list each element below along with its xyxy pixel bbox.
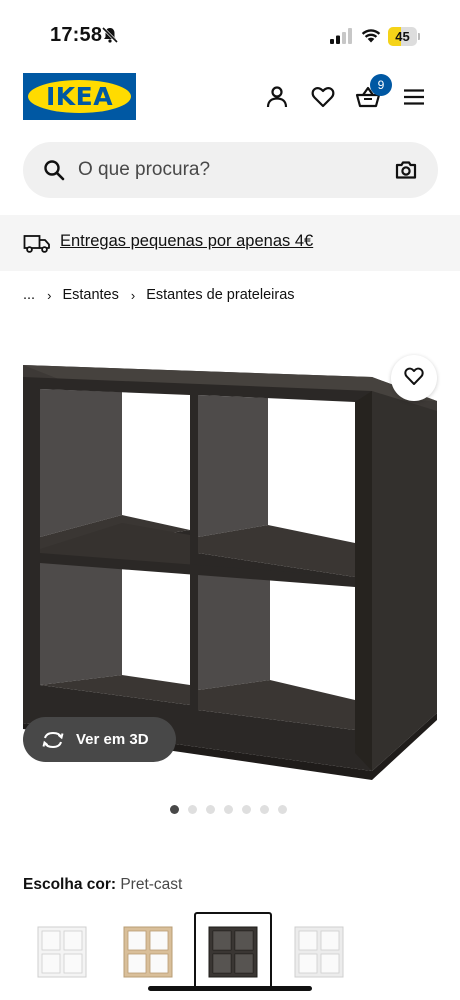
color-swatch-white-stained-oak[interactable] (280, 912, 358, 990)
product-image[interactable] (0, 325, 460, 785)
logo-text: IKEA (45, 82, 114, 111)
user-icon[interactable] (264, 84, 290, 110)
delivery-banner: Entregas pequenas por apenas 4€ (0, 215, 460, 271)
wifi-icon (360, 26, 382, 44)
home-indicator[interactable] (148, 986, 312, 991)
color-swatch-black-brown[interactable] (194, 912, 272, 990)
gallery-dot[interactable] (188, 805, 197, 814)
site-header: IKEA 9 (0, 70, 460, 126)
color-swatch-white[interactable] (23, 912, 101, 990)
status-bar: 17:58 45 (0, 0, 460, 70)
camera-search-icon[interactable] (394, 158, 418, 182)
color-choice-label: Escolha cor: (23, 876, 117, 893)
view-in-3d-label: Ver em 3D (76, 731, 149, 748)
gallery-dot[interactable] (170, 805, 179, 814)
gallery-dot[interactable] (278, 805, 287, 814)
bell-off-icon (101, 26, 119, 44)
heart-icon (403, 365, 425, 392)
breadcrumb-item-more[interactable]: ... (23, 287, 35, 303)
gallery-dot[interactable] (224, 805, 233, 814)
gallery-pagination[interactable] (170, 805, 287, 815)
search-input[interactable] (78, 142, 378, 198)
chevron-right-icon: › (130, 287, 136, 303)
color-swatch-oak[interactable] (109, 912, 187, 990)
gallery-dot[interactable] (242, 805, 251, 814)
view-in-3d-button[interactable]: Ver em 3D (23, 717, 176, 762)
gallery-dot[interactable] (260, 805, 269, 814)
breadcrumb-item-estantes-de-prateleiras[interactable]: Estantes de prateleiras (146, 287, 294, 303)
menu-icon[interactable] (401, 84, 427, 110)
heart-icon[interactable] (310, 84, 336, 110)
cellular-signal-icon (330, 28, 352, 44)
color-choice: Escolha cor: Pret-cast (23, 876, 182, 894)
chevron-right-icon: › (47, 287, 52, 303)
color-choice-value: Pret-cast (120, 876, 183, 893)
basket-count-badge: 9 (370, 74, 392, 96)
delivery-promo-link[interactable]: Entregas pequenas por apenas 4€ (60, 232, 313, 251)
add-to-favorites-button[interactable] (391, 355, 437, 401)
gallery-dot[interactable] (206, 805, 215, 814)
status-time: 17:58 (50, 24, 103, 46)
search-bar[interactable] (23, 142, 438, 198)
battery-level: 45 (395, 29, 410, 44)
breadcrumb: ... › Estantes › Estantes de prateleiras (23, 285, 295, 305)
breadcrumb-item-estantes[interactable]: Estantes (62, 287, 118, 303)
truck-icon (23, 231, 51, 255)
ikea-logo[interactable]: IKEA (23, 73, 136, 120)
color-swatches (23, 912, 460, 990)
battery-indicator: 45 (388, 27, 420, 46)
rotate-3d-icon (41, 728, 65, 752)
search-icon[interactable] (43, 159, 65, 181)
